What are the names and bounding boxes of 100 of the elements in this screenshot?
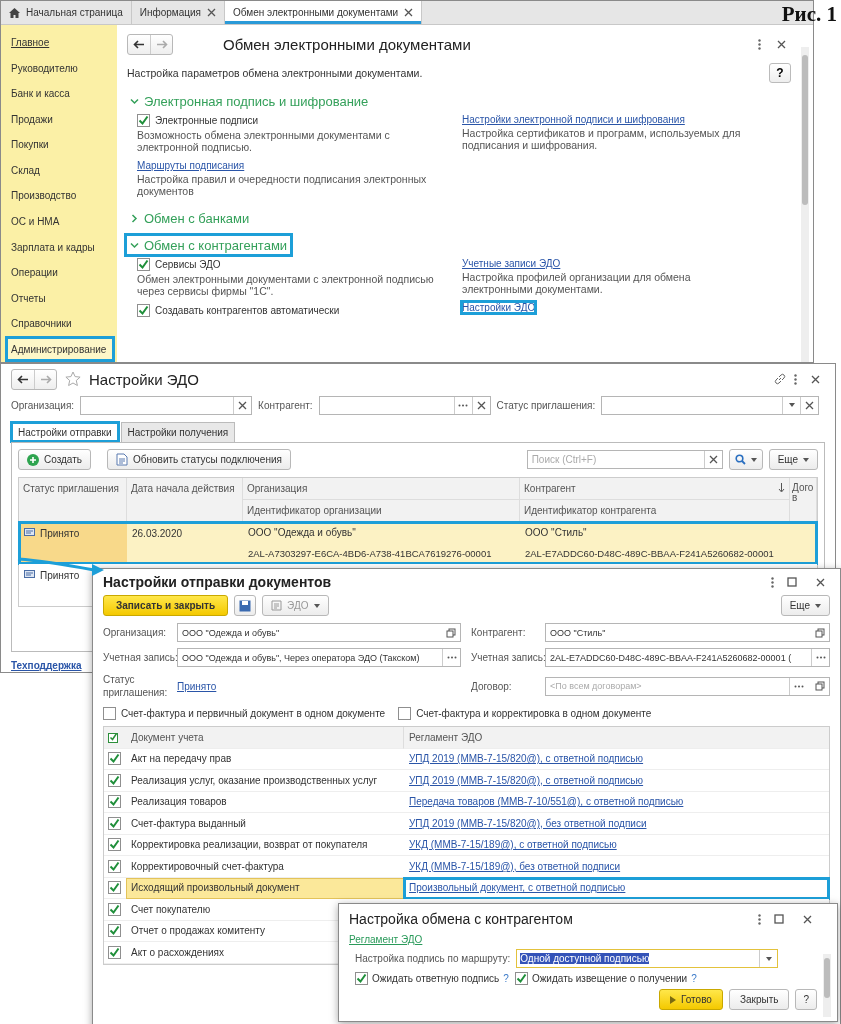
settings-link[interactable]: Учетные записи ЭДО <box>462 258 561 269</box>
checkbox-label[interactable]: Электронные подписи <box>137 114 462 127</box>
sort-arrow-icon[interactable] <box>778 483 785 493</box>
close-icon[interactable] <box>815 577 825 587</box>
sidebar-item[interactable]: Продажи <box>5 106 115 133</box>
support-link[interactable]: Техподдержка <box>11 660 82 671</box>
clear-icon[interactable] <box>476 400 486 410</box>
sidebar-item[interactable]: Справочники <box>5 310 115 337</box>
open-icon[interactable] <box>446 627 456 638</box>
ellipsis-icon[interactable] <box>815 656 826 659</box>
sidebar-item[interactable]: ОС и НМА <box>5 208 115 235</box>
forward-arrow-icon[interactable] <box>39 374 52 384</box>
regulation-link[interactable]: УПД 2019 (ММВ-7-15/820@), с ответной подписью <box>409 774 644 786</box>
save-button[interactable] <box>234 595 257 616</box>
check-all-icon[interactable] <box>108 731 120 744</box>
open-icon[interactable] <box>815 627 825 638</box>
regulation-link[interactable]: Передача товаров (ММВ-7-10/551@), с ответной подписью <box>409 796 684 808</box>
status-link[interactable]: Принято <box>177 680 217 692</box>
link-icon[interactable] <box>774 373 786 385</box>
checkbox[interactable] <box>108 752 121 766</box>
sidebar-item[interactable]: Отчеты <box>5 285 115 311</box>
regulation-link[interactable]: УКД (ММВ-7-15/189@), без ответной подписи <box>409 860 621 872</box>
close-icon[interactable] <box>776 39 786 49</box>
back-arrow-icon[interactable] <box>17 374 29 384</box>
scrollbar[interactable] <box>823 954 831 1017</box>
checkbox[interactable] <box>108 795 121 809</box>
close-icon[interactable] <box>207 8 216 17</box>
table-row[interactable]: Принято 26.03.2020 ООО "Одежда и обувь" ООО "Стиль" 2AL-A7303297-E6CA-4BD6-A738-41BCA7619276-00001 2AL-E7ADDC60-D48C-489C-BBAA-F241A5260682-00001 <box>19 522 817 564</box>
close-icon[interactable] <box>802 914 812 924</box>
filter-field[interactable] <box>318 395 491 415</box>
forward-arrow-icon[interactable] <box>155 39 168 49</box>
menu-icon[interactable] <box>758 913 761 925</box>
ellipsis-icon[interactable] <box>458 403 469 407</box>
checkbox[interactable] <box>137 304 150 317</box>
ellipsis-icon[interactable] <box>446 656 457 659</box>
create-button[interactable]: Создать <box>18 449 91 470</box>
chevron-icon[interactable] <box>130 96 139 106</box>
help-button[interactable]: ? <box>769 63 791 83</box>
window-tab[interactable]: Начальная страница <box>1 1 132 24</box>
checkbox[interactable] <box>108 902 121 916</box>
clear-icon[interactable] <box>238 400 248 410</box>
menu-icon[interactable] <box>771 576 774 588</box>
search-button[interactable] <box>728 449 763 470</box>
tab[interactable]: Настройки получения <box>120 422 236 442</box>
refresh-button[interactable]: Обновить статусы подключения <box>107 449 291 470</box>
more-button[interactable]: Еще <box>768 449 818 470</box>
star-icon[interactable] <box>65 371 81 387</box>
sidebar-item[interactable]: Покупки <box>5 132 115 158</box>
sidebar-item[interactable]: Склад <box>5 157 115 184</box>
done-button[interactable]: Готово <box>659 989 723 1010</box>
sidebar-item[interactable]: Банк и касса <box>5 81 115 107</box>
checkbox[interactable] <box>108 924 121 938</box>
sidebar-item[interactable]: Руководителю <box>5 55 115 82</box>
sidebar-item[interactable]: Главное <box>5 30 115 56</box>
maximize-icon[interactable] <box>774 914 784 924</box>
more-button[interactable]: Еще <box>780 595 830 616</box>
regulation-link[interactable]: УПД 2019 (ММВ-7-15/820@), без ответной подписи <box>409 817 647 829</box>
checkbox[interactable] <box>398 707 412 720</box>
checkbox-label[interactable]: Создавать контрагентов автоматически <box>137 304 462 317</box>
close-button[interactable]: Закрыть <box>728 989 790 1010</box>
settings-link[interactable]: Маршруты подписания <box>137 160 245 171</box>
close-icon[interactable] <box>404 8 414 17</box>
checkbox[interactable] <box>137 114 150 127</box>
settings-link[interactable]: Настройки электронной подписи и шифрования <box>462 114 685 125</box>
scrollbar[interactable] <box>801 47 809 362</box>
checkbox-label[interactable]: Сервисы ЭДО <box>137 258 462 271</box>
chevron-icon[interactable] <box>130 240 139 250</box>
checkbox[interactable] <box>103 707 116 720</box>
save-and-close-button[interactable]: Записать и закрыть <box>103 595 229 616</box>
back-arrow-icon[interactable] <box>133 39 145 49</box>
regulation-link[interactable]: УКД (ММВ-7-15/189@), с ответной подписью <box>409 839 617 851</box>
checkbox[interactable] <box>108 773 121 787</box>
checkbox[interactable] <box>108 881 121 895</box>
input-field[interactable]: ООО "Стиль" <box>545 623 830 642</box>
menu-icon[interactable] <box>794 373 797 385</box>
sidebar-item[interactable]: Производство <box>5 183 115 209</box>
help-link[interactable]: ? <box>503 973 509 984</box>
checkbox[interactable] <box>514 972 528 985</box>
regulation-link[interactable]: УПД 2019 (ММВ-7-15/820@), с ответной подписью <box>409 753 644 765</box>
sidebar-item[interactable]: Зарплата и кадры <box>5 234 115 260</box>
filter-field[interactable] <box>80 395 253 415</box>
clear-icon[interactable] <box>708 455 718 464</box>
checkbox[interactable] <box>108 945 121 959</box>
checkbox[interactable] <box>108 859 121 873</box>
tab[interactable]: Настройки отправки <box>11 422 119 442</box>
chevron-icon[interactable] <box>130 213 139 223</box>
checkbox[interactable] <box>137 258 150 271</box>
ellipsis-icon[interactable] <box>793 684 804 688</box>
help-button[interactable]: ? <box>795 989 817 1010</box>
help-link[interactable]: ? <box>691 973 697 984</box>
clear-icon[interactable] <box>805 400 815 410</box>
menu-icon[interactable] <box>758 38 761 50</box>
input-field[interactable]: ООО "Одежда и обувь" <box>177 623 461 642</box>
sidebar-item[interactable]: Операции <box>5 259 115 286</box>
checkbox[interactable] <box>355 972 368 985</box>
dropdown-field[interactable]: Одной доступной подписью <box>516 949 779 968</box>
window-tab[interactable]: Обмен электронными документами <box>225 1 423 24</box>
checkbox[interactable] <box>108 816 121 830</box>
input-field[interactable]: 2AL-E7ADDC60-D48C-489C-BBAA-F241A5260682-00001 ( <box>545 648 830 667</box>
sidebar-item[interactable]: Администрирование <box>5 336 115 362</box>
